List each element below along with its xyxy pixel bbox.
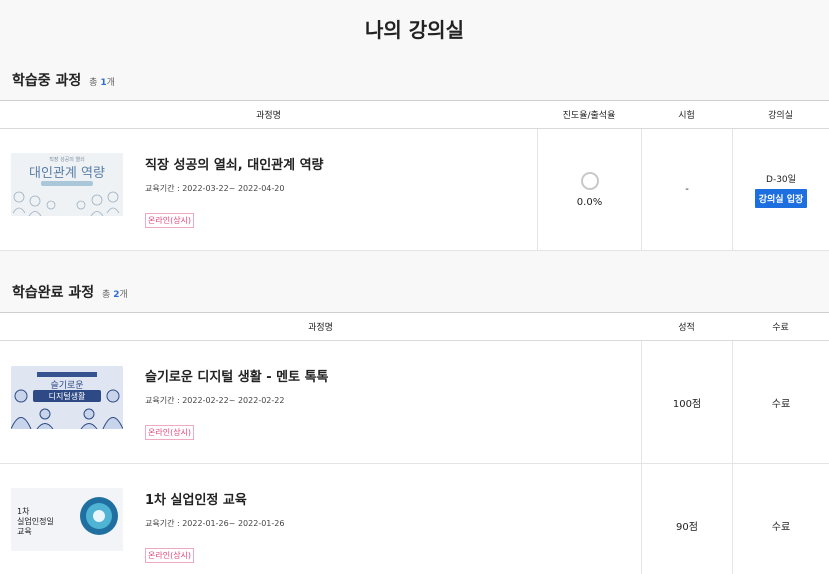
exam-cell: - [641, 129, 732, 250]
in-progress-heading: 학습중 과정 총 1개 [12, 70, 115, 90]
course-period: 교육기간 : 2022-01-26~ 2022-01-26 [145, 519, 285, 528]
complete-status: 수료 [771, 521, 791, 533]
col-exam: 시험 [678, 111, 695, 121]
col-complete: 수료 [772, 323, 789, 333]
course-thumbnail[interactable]: 직장 성공의 열쇠 대인관계 역량 [11, 153, 123, 216]
course-thumbnail[interactable]: 슬기로운 디지털생활 [11, 366, 123, 429]
course-cell: 1차 실업인정일 교육 1차 실업인정 교육 교육기간 : 2022-01-26… [0, 464, 641, 574]
page-title: 나의 강의실 [365, 18, 464, 42]
online-badge: 온라인(상시) [145, 213, 195, 228]
svg-text:대인관계 역량: 대인관계 역량 [29, 166, 105, 181]
col-course-name: 과정명 [308, 323, 333, 333]
classroom-cell: D-30일 강의실 입장 [732, 129, 829, 250]
col-classroom: 강의실 [768, 111, 793, 121]
course-thumbnail[interactable]: 1차 실업인정일 교육 [11, 488, 123, 551]
score-cell: 90점 [641, 464, 732, 574]
score-value: 100점 [672, 398, 702, 410]
course-period: 교육기간 : 2022-02-22~ 2022-02-22 [145, 396, 285, 405]
score-value: 90점 [676, 521, 698, 533]
course-count: 총 1개 [89, 78, 115, 88]
table-row: 직장 성공의 열쇠 대인관계 역량 직장 성공의 열쇠, 대인관계 역량 교육기… [0, 129, 829, 251]
online-badge: 온라인(상시) [145, 548, 195, 563]
course-info: 직장 성공의 열쇠, 대인관계 역량 교육기간 : 2022-03-22~ 20… [145, 154, 324, 228]
table-header: 과정명 성적 수료 [0, 313, 829, 341]
col-progress: 진도율/출석율 [562, 111, 616, 121]
course-count: 총 2개 [102, 290, 128, 300]
course-info: 1차 실업인정 교육 교육기간 : 2022-01-26~ 2022-01-26… [145, 489, 284, 563]
complete-cell: 수료 [732, 464, 829, 574]
progress-circle-icon [580, 171, 599, 190]
table-row: 슬기로운 디지털생활 슬기로운 디지털 생활 - 멘토 톡톡 교육기간 : 20… [0, 341, 829, 464]
table-header: 과정명 진도율/출석율 시험 강의실 [0, 101, 829, 129]
course-info: 슬기로운 디지털 생활 - 멘토 톡톡 교육기간 : 2022-02-22~ 2… [145, 366, 329, 440]
section-title: 학습완료 과정 [12, 285, 95, 301]
complete-cell: 수료 [732, 341, 829, 463]
col-score: 성적 [678, 323, 695, 333]
dday-label: D-30일 [766, 174, 796, 185]
table-row: 1차 실업인정일 교육 1차 실업인정 교육 교육기간 : 2022-01-26… [0, 464, 829, 574]
progress-value: 0.0% [576, 196, 603, 208]
in-progress-table: 과정명 진도율/출석율 시험 강의실 직장 성공의 열쇠 대인관계 역량 직장 … [0, 100, 829, 251]
progress-cell: 0.0% [537, 129, 641, 250]
complete-status: 수료 [771, 398, 791, 410]
section-title: 학습중 과정 [12, 73, 82, 89]
svg-text:슬기로운: 슬기로운 [50, 380, 83, 391]
course-period: 교육기간 : 2022-03-22~ 2022-04-20 [145, 184, 285, 193]
exam-value: - [685, 184, 689, 195]
enter-classroom-button[interactable]: 강의실 입장 [754, 188, 808, 208]
col-course-name: 과정명 [256, 111, 281, 121]
course-cell: 직장 성공의 열쇠 대인관계 역량 직장 성공의 열쇠, 대인관계 역량 교육기… [0, 129, 537, 250]
completed-table: 과정명 성적 수료 슬기로운 디지털생활 슬기로운 디지털 생활 - 멘토 톡톡… [0, 312, 829, 574]
svg-text:교육: 교육 [17, 527, 32, 536]
course-title[interactable]: 1차 실업인정 교육 [145, 489, 284, 508]
svg-text:실업인정일: 실업인정일 [17, 516, 54, 526]
online-badge: 온라인(상시) [145, 425, 195, 440]
score-cell: 100점 [641, 341, 732, 463]
svg-text:직장 성공의 열쇠: 직장 성공의 열쇠 [49, 156, 84, 163]
course-cell: 슬기로운 디지털생활 슬기로운 디지털 생활 - 멘토 톡톡 교육기간 : 20… [0, 341, 641, 463]
course-title[interactable]: 직장 성공의 열쇠, 대인관계 역량 [145, 154, 324, 173]
course-title[interactable]: 슬기로운 디지털 생활 - 멘토 톡톡 [145, 366, 329, 385]
svg-text:1차: 1차 [17, 507, 30, 516]
completed-heading: 학습완료 과정 총 2개 [12, 282, 128, 302]
svg-text:디지털생활: 디지털생활 [49, 391, 86, 401]
